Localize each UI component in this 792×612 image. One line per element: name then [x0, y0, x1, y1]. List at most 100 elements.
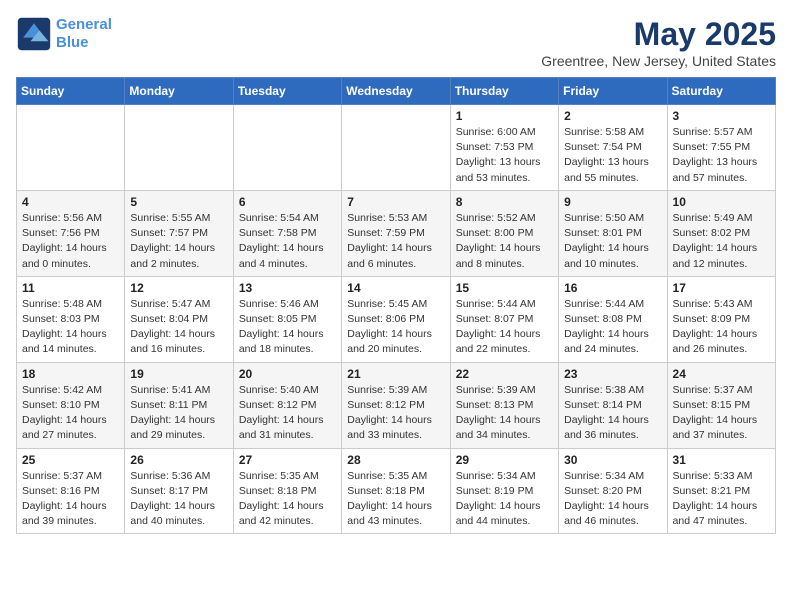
- day-number: 3: [673, 109, 770, 123]
- calendar-header: SundayMondayTuesdayWednesdayThursdayFrid…: [17, 78, 776, 105]
- day-info: Sunrise: 5:45 AM Sunset: 8:06 PM Dayligh…: [347, 297, 444, 358]
- day-number: 28: [347, 453, 444, 467]
- day-info: Sunrise: 5:58 AM Sunset: 7:54 PM Dayligh…: [564, 125, 661, 186]
- weekday-header-row: SundayMondayTuesdayWednesdayThursdayFrid…: [17, 78, 776, 105]
- day-number: 19: [130, 367, 227, 381]
- day-cell: 21 Sunrise: 5:39 AM Sunset: 8:12 PM Dayli…: [342, 362, 450, 448]
- day-cell: 9 Sunrise: 5:50 AM Sunset: 8:01 PM Daylig…: [559, 190, 667, 276]
- day-info: Sunrise: 5:35 AM Sunset: 8:18 PM Dayligh…: [347, 469, 444, 530]
- day-info: Sunrise: 5:33 AM Sunset: 8:21 PM Dayligh…: [673, 469, 770, 530]
- day-number: 21: [347, 367, 444, 381]
- day-info: Sunrise: 6:00 AM Sunset: 7:53 PM Dayligh…: [456, 125, 553, 186]
- logo-line1: General: [56, 16, 112, 33]
- day-number: 20: [239, 367, 336, 381]
- day-cell: 19Sunrise: 5:41 AM Sunset: 8:11 PM Dayli…: [125, 362, 233, 448]
- month-title: May 2025: [541, 16, 776, 53]
- day-number: 14: [347, 281, 444, 295]
- day-number: 2: [564, 109, 661, 123]
- week-row-2: 4Sunrise: 5:56 AM Sunset: 7:56 PM Daylig…: [17, 190, 776, 276]
- day-cell: 6 Sunrise: 5:54 AM Sunset: 7:58 PM Daylig…: [233, 190, 341, 276]
- day-info: Sunrise: 5:53 AM Sunset: 7:59 PM Dayligh…: [347, 211, 444, 272]
- day-info: Sunrise: 5:52 AM Sunset: 8:00 PM Dayligh…: [456, 211, 553, 272]
- logo-line2: Blue: [56, 34, 89, 51]
- day-info: Sunrise: 5:37 AM Sunset: 8:15 PM Dayligh…: [673, 383, 770, 444]
- day-info: Sunrise: 5:35 AM Sunset: 8:18 PM Dayligh…: [239, 469, 336, 530]
- day-info: Sunrise: 5:34 AM Sunset: 8:19 PM Dayligh…: [456, 469, 553, 530]
- day-number: 9: [564, 195, 661, 209]
- week-row-4: 18 Sunrise: 5:42 AM Sunset: 8:10 PM Dayli…: [17, 362, 776, 448]
- day-number: 15: [456, 281, 553, 295]
- week-row-1: 1 Sunrise: 6:00 AM Sunset: 7:53 PM Daylig…: [17, 105, 776, 191]
- day-info: Sunrise: 5:55 AM Sunset: 7:57 PM Dayligh…: [130, 211, 227, 272]
- day-cell: 2 Sunrise: 5:58 AM Sunset: 7:54 PM Daylig…: [559, 105, 667, 191]
- day-number: 8: [456, 195, 553, 209]
- day-number: 12: [130, 281, 227, 295]
- day-cell: 13 Sunrise: 5:46 AM Sunset: 8:05 PM Dayli…: [233, 276, 341, 362]
- day-info: Sunrise: 5:46 AM Sunset: 8:05 PM Dayligh…: [239, 297, 336, 358]
- weekday-monday: Monday: [125, 78, 233, 105]
- weekday-tuesday: Tuesday: [233, 78, 341, 105]
- day-cell: 27 Sunrise: 5:35 AM Sunset: 8:18 PM Dayli…: [233, 448, 341, 534]
- weekday-saturday: Saturday: [667, 78, 775, 105]
- day-info: Sunrise: 5:44 AM Sunset: 8:08 PM Dayligh…: [564, 297, 661, 358]
- day-cell: 16 Sunrise: 5:44 AM Sunset: 8:08 PM Dayli…: [559, 276, 667, 362]
- day-number: 16: [564, 281, 661, 295]
- day-info: Sunrise: 5:38 AM Sunset: 8:14 PM Dayligh…: [564, 383, 661, 444]
- calendar-body: 1 Sunrise: 6:00 AM Sunset: 7:53 PM Daylig…: [17, 105, 776, 534]
- day-info: Sunrise: 5:39 AM Sunset: 8:12 PM Dayligh…: [347, 383, 444, 444]
- weekday-thursday: Thursday: [450, 78, 558, 105]
- day-cell: 28 Sunrise: 5:35 AM Sunset: 8:18 PM Dayli…: [342, 448, 450, 534]
- week-row-5: 25Sunrise: 5:37 AM Sunset: 8:16 PM Dayli…: [17, 448, 776, 534]
- day-number: 7: [347, 195, 444, 209]
- logo-icon: [16, 16, 52, 52]
- day-cell: [125, 105, 233, 191]
- day-info: Sunrise: 5:34 AM Sunset: 8:20 PM Dayligh…: [564, 469, 661, 530]
- day-cell: 23 Sunrise: 5:38 AM Sunset: 8:14 PM Dayli…: [559, 362, 667, 448]
- day-number: 6: [239, 195, 336, 209]
- day-number: 1: [456, 109, 553, 123]
- logo: General Blue: [16, 16, 112, 52]
- day-info: Sunrise: 5:42 AM Sunset: 8:10 PM Dayligh…: [22, 383, 119, 444]
- location: Greentree, New Jersey, United States: [541, 53, 776, 69]
- day-number: 23: [564, 367, 661, 381]
- day-number: 29: [456, 453, 553, 467]
- day-number: 26: [130, 453, 227, 467]
- day-number: 4: [22, 195, 119, 209]
- day-number: 5: [130, 195, 227, 209]
- weekday-wednesday: Wednesday: [342, 78, 450, 105]
- day-cell: [342, 105, 450, 191]
- day-cell: 3 Sunrise: 5:57 AM Sunset: 7:55 PM Daylig…: [667, 105, 775, 191]
- day-number: 11: [22, 281, 119, 295]
- day-info: Sunrise: 5:44 AM Sunset: 8:07 PM Dayligh…: [456, 297, 553, 358]
- day-info: Sunrise: 5:36 AM Sunset: 8:17 PM Dayligh…: [130, 469, 227, 530]
- day-info: Sunrise: 5:39 AM Sunset: 8:13 PM Dayligh…: [456, 383, 553, 444]
- calendar-table: SundayMondayTuesdayWednesdayThursdayFrid…: [16, 77, 776, 534]
- day-cell: 24 Sunrise: 5:37 AM Sunset: 8:15 PM Dayli…: [667, 362, 775, 448]
- day-info: Sunrise: 5:50 AM Sunset: 8:01 PM Dayligh…: [564, 211, 661, 272]
- day-cell: 12 Sunrise: 5:47 AM Sunset: 8:04 PM Dayli…: [125, 276, 233, 362]
- day-cell: 5 Sunrise: 5:55 AM Sunset: 7:57 PM Daylig…: [125, 190, 233, 276]
- day-cell: [233, 105, 341, 191]
- day-number: 18: [22, 367, 119, 381]
- day-cell: 8 Sunrise: 5:52 AM Sunset: 8:00 PM Daylig…: [450, 190, 558, 276]
- day-cell: 1 Sunrise: 6:00 AM Sunset: 7:53 PM Daylig…: [450, 105, 558, 191]
- day-info: Sunrise: 5:37 AM Sunset: 8:16 PM Dayligh…: [22, 469, 119, 530]
- day-info: Sunrise: 5:57 AM Sunset: 7:55 PM Dayligh…: [673, 125, 770, 186]
- day-cell: 30Sunrise: 5:34 AM Sunset: 8:20 PM Dayli…: [559, 448, 667, 534]
- day-cell: 7 Sunrise: 5:53 AM Sunset: 7:59 PM Daylig…: [342, 190, 450, 276]
- day-number: 13: [239, 281, 336, 295]
- week-row-3: 11Sunrise: 5:48 AM Sunset: 8:03 PM Dayli…: [17, 276, 776, 362]
- day-number: 24: [673, 367, 770, 381]
- day-cell: 17Sunrise: 5:43 AM Sunset: 8:09 PM Dayli…: [667, 276, 775, 362]
- day-cell: 4Sunrise: 5:56 AM Sunset: 7:56 PM Daylig…: [17, 190, 125, 276]
- day-info: Sunrise: 5:47 AM Sunset: 8:04 PM Dayligh…: [130, 297, 227, 358]
- day-cell: 25Sunrise: 5:37 AM Sunset: 8:16 PM Dayli…: [17, 448, 125, 534]
- day-info: Sunrise: 5:54 AM Sunset: 7:58 PM Dayligh…: [239, 211, 336, 272]
- page-header: General Blue May 2025 Greentree, New Jer…: [16, 16, 776, 69]
- day-number: 27: [239, 453, 336, 467]
- day-cell: 15 Sunrise: 5:44 AM Sunset: 8:07 PM Dayli…: [450, 276, 558, 362]
- day-info: Sunrise: 5:49 AM Sunset: 8:02 PM Dayligh…: [673, 211, 770, 272]
- day-cell: 29 Sunrise: 5:34 AM Sunset: 8:19 PM Dayli…: [450, 448, 558, 534]
- day-cell: 31Sunrise: 5:33 AM Sunset: 8:21 PM Dayli…: [667, 448, 775, 534]
- day-number: 17: [673, 281, 770, 295]
